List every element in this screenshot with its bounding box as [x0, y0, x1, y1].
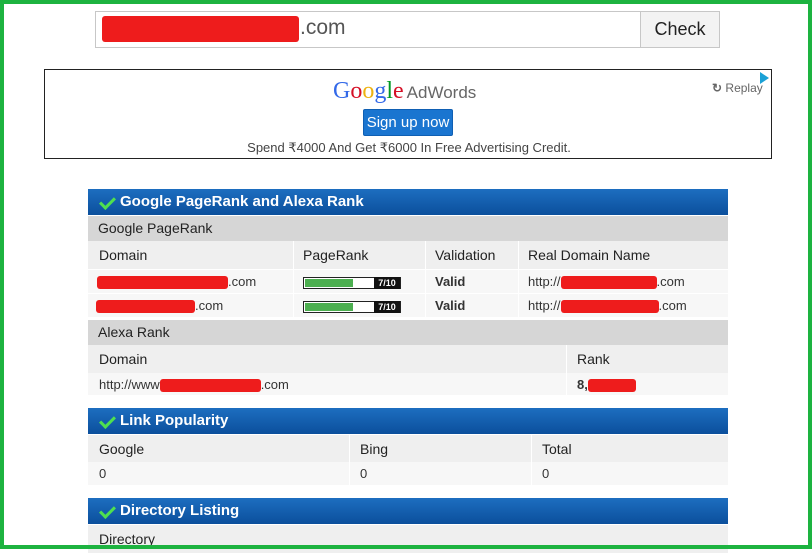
- column-pagerank: PageRank: [293, 241, 425, 269]
- column-domain: Domain: [99, 247, 148, 263]
- redacted-rank: [587, 379, 636, 393]
- pagerank-label: 7/10: [374, 300, 400, 313]
- redacted-domain: [102, 16, 299, 42]
- google-count: 0: [99, 466, 107, 481]
- bing-count: 0: [349, 462, 531, 485]
- alexa-domain-cell: http://www .com: [99, 377, 289, 393]
- pagerank-row: .com 7/10 Valid http://.com: [88, 270, 728, 293]
- google-pagerank-subheader: Google PageRank: [88, 216, 728, 241]
- pagerank-cell: 7/10: [293, 294, 425, 317]
- ad-offer-text: Spend ₹4000 And Get ₹6000 In Free Advert…: [247, 140, 571, 155]
- total-count: 0: [531, 462, 728, 485]
- column-total: Total: [531, 435, 728, 462]
- pagerank-row: .com 7/10 Valid http://.com: [88, 294, 728, 317]
- redacted-domain: [159, 379, 261, 393]
- redacted-domain: [560, 300, 659, 314]
- checkmark-icon: [99, 193, 116, 210]
- link-popularity-row: 0 0 0: [88, 462, 728, 485]
- column-rank: Rank: [566, 345, 728, 373]
- section-title: Link Popularity: [120, 412, 229, 429]
- pagerank-bar: 7/10: [303, 276, 401, 289]
- real-domain-cell: http://.com: [518, 270, 728, 293]
- column-bing: Bing: [349, 435, 531, 462]
- google-adwords-logo: Google AdWords: [333, 78, 477, 104]
- replay-icon: ↻: [712, 81, 723, 95]
- check-button[interactable]: Check: [640, 12, 719, 47]
- checkmark-icon: [99, 412, 116, 429]
- redacted-domain: [96, 300, 195, 314]
- column-google: Google: [99, 441, 145, 457]
- real-domain-cell: http://.com: [518, 294, 728, 317]
- replay-button[interactable]: ↻ Replay: [712, 81, 763, 95]
- alexa-rank-subheader: Alexa Rank: [88, 320, 728, 345]
- checkmark-icon: [99, 502, 116, 519]
- link-popularity-header: Link Popularity: [88, 408, 728, 434]
- pagerank-section-header: Google PageRank and Alexa Rank: [88, 189, 728, 215]
- validation-status: Valid: [425, 294, 518, 317]
- adwords-banner[interactable]: Google AdWords Sign up now Spend ₹4000 An…: [44, 69, 772, 159]
- section-title: Google PageRank and Alexa Rank: [120, 193, 364, 210]
- pagerank-fill: [305, 278, 353, 287]
- pagerank-label: 7/10: [374, 276, 400, 289]
- column-validation: Validation: [425, 241, 518, 269]
- validation-status: Valid: [425, 270, 518, 293]
- section-title: Directory Listing: [120, 502, 240, 519]
- pagerank-bar: 7/10: [303, 300, 401, 313]
- domain-search-bar: .com Check: [95, 11, 720, 48]
- alexa-row: http://www .com 8,: [88, 373, 728, 395]
- alexa-column-headers: Domain Rank: [88, 345, 728, 373]
- adchoices-icon[interactable]: [760, 72, 769, 84]
- column-domain: Domain: [99, 351, 148, 367]
- domain-input[interactable]: .com: [96, 12, 641, 47]
- domain-cell: .com: [88, 270, 293, 293]
- alexa-rank-link[interactable]: 8,: [566, 373, 728, 395]
- replay-label: Replay: [725, 81, 763, 95]
- pagerank-fill: [305, 302, 353, 311]
- domain-input-suffix: .com: [300, 16, 346, 39]
- redacted-domain: [97, 276, 228, 290]
- redacted-domain: [560, 276, 657, 290]
- pagerank-column-headers: Domain PageRank Validation Real Domain N…: [88, 241, 728, 269]
- link-popularity-column-headers: Google Bing Total: [88, 435, 728, 462]
- pagerank-cell: 7/10: [293, 270, 425, 293]
- sign-up-button[interactable]: Sign up now: [363, 109, 453, 136]
- domain-cell: .com: [88, 294, 293, 317]
- directory-listing-header: Directory Listing: [88, 498, 728, 524]
- column-real-domain: Real Domain Name: [518, 241, 728, 269]
